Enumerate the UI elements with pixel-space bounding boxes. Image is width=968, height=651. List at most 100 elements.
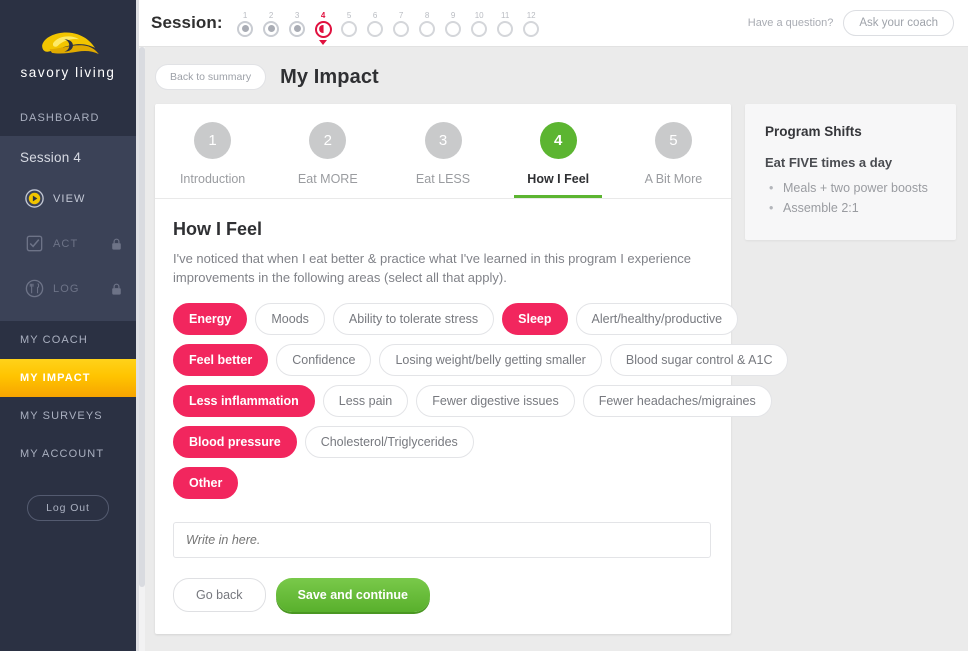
sidebar-item-label: MY SURVEYS	[20, 410, 103, 422]
program-shift-item: Assemble 2:1	[765, 198, 938, 218]
columns: 1 Introduction 2 Eat MORE 3 Eat LESS 4 How I Fe…	[139, 104, 968, 634]
chip-option[interactable]: Fewer digestive issues	[416, 385, 575, 417]
sidebar-item-label: MY COACH	[20, 334, 88, 346]
session-dot-number: 11	[501, 10, 510, 20]
session-dot-marker	[289, 20, 306, 37]
brand-name: savory living	[20, 65, 116, 80]
chip-option[interactable]: Blood pressure	[173, 426, 297, 458]
chip-option[interactable]: Cholesterol/Triglycerides	[304, 426, 474, 458]
chip-option[interactable]: Ability to tolerate stress	[332, 303, 495, 335]
session-dot-marker	[497, 20, 514, 37]
chip-option[interactable]: Energy	[173, 303, 248, 335]
sidebar-item-label: VIEW	[53, 192, 86, 205]
step-tab-1[interactable]: 1 Introduction	[155, 122, 270, 198]
sidebar-item-label: DASHBOARD	[20, 112, 100, 124]
sidebar-item-dashboard[interactable]: DASHBOARD	[0, 100, 136, 136]
session-dot-4[interactable]: 4	[313, 10, 334, 45]
play-circle-icon	[25, 189, 44, 208]
session-progress-dots: 1 2 3 4 5 6 7 8 9 10 11 12	[235, 9, 542, 45]
step-label: Eat MORE	[297, 172, 358, 186]
program-shifts-panel: Program Shifts Eat FIVE times a day Meal…	[745, 104, 956, 240]
chip-option[interactable]: Blood sugar control & A1C	[609, 344, 789, 376]
session-dot-8[interactable]: 8	[417, 11, 438, 37]
sidebar-lower-nav: MY COACH MY IMPACT MY SURVEYS MY ACCOUNT	[0, 321, 136, 473]
session-dot-marker	[471, 20, 488, 37]
sidebar-item-my-surveys[interactable]: MY SURVEYS	[0, 397, 136, 435]
step-tab-3[interactable]: 3 Eat LESS	[385, 122, 500, 198]
chip-option[interactable]: Sleep	[502, 303, 568, 335]
step-tab-4[interactable]: 4 How I Feel	[501, 122, 616, 198]
scrollbar-thumb[interactable]	[139, 47, 145, 587]
chip-row: Feel better Confidence Losing weight/belly…	[173, 344, 789, 376]
session-dot-6[interactable]: 6	[365, 11, 386, 37]
chip-option[interactable]: Less inflammation	[173, 385, 315, 417]
sidebar-item-my-coach[interactable]: MY COACH	[0, 321, 136, 359]
step-number-badge: 1	[194, 122, 232, 159]
program-shifts-subtitle: Eat FIVE times a day	[765, 155, 893, 170]
session-dot-number: 3	[294, 10, 300, 20]
session-dot-marker	[393, 20, 410, 37]
back-to-summary-button[interactable]: Back to summary	[155, 64, 267, 90]
session-dot-marker	[263, 20, 280, 37]
sidebar-item-log[interactable]: LOG	[0, 266, 136, 311]
logout-button[interactable]: Log Out	[27, 495, 109, 521]
chip-option[interactable]: Feel better	[173, 344, 269, 376]
step-tab-5[interactable]: 5 A Bit More	[616, 122, 731, 198]
step-number-badge: 3	[424, 122, 462, 159]
chip-option[interactable]: Other	[173, 467, 239, 499]
sidebar-item-view[interactable]: VIEW	[0, 176, 136, 221]
form-heading: How I Feel	[173, 219, 263, 239]
sidebar-session-block: Session 4 VIEW ACT LOG	[0, 136, 136, 321]
save-and-continue-button[interactable]: Save and continue	[275, 578, 431, 612]
session-dot-7[interactable]: 7	[391, 11, 412, 37]
program-shifts-list: Meals + two power boostsAssemble 2:1	[765, 178, 938, 218]
chip-groups: Energy Moods Ability to tolerate stress Sle…	[173, 303, 789, 499]
session-dot-12[interactable]: 12	[521, 11, 542, 37]
step-tab-2[interactable]: 2 Eat MORE	[270, 122, 385, 198]
session-dot-number: 4	[320, 10, 326, 20]
chip-option[interactable]: Fewer headaches/migraines	[582, 385, 772, 417]
chip-row: Energy Moods Ability to tolerate stress Sle…	[173, 303, 739, 335]
session-dot-number: 7	[398, 10, 404, 20]
step-number-badge: 5	[654, 122, 692, 159]
sidebar-item-act[interactable]: ACT	[0, 221, 136, 266]
session-dot-marker	[341, 20, 358, 37]
session-dot-3[interactable]: 3	[287, 11, 308, 37]
other-text-input[interactable]	[173, 522, 711, 558]
chip-option[interactable]: Confidence	[276, 344, 372, 376]
form-lede: I've noticed that when I eat better & pr…	[173, 251, 692, 285]
sidebar-item-label: ACT	[53, 237, 79, 250]
lock-icon	[112, 238, 121, 250]
session-dot-number: 12	[526, 10, 536, 20]
step-number-badge: 4	[539, 122, 577, 159]
chip-option[interactable]: Less pain	[322, 385, 409, 417]
session-dot-2[interactable]: 2	[261, 11, 282, 37]
session-dot-number: 5	[346, 10, 352, 20]
sidebar-item-my-impact[interactable]: MY IMPACT	[0, 359, 136, 397]
brand-logo[interactable]: savory living	[0, 0, 136, 100]
have-question-label: Have a question?	[747, 17, 834, 29]
step-label: A Bit More	[644, 172, 703, 186]
ask-your-coach-button[interactable]: Ask your coach	[843, 10, 954, 36]
step-tabs: 1 Introduction 2 Eat MORE 3 Eat LESS 4 How I Fe…	[155, 104, 731, 198]
chip-option[interactable]: Moods	[255, 303, 325, 335]
session-dot-9[interactable]: 9	[443, 11, 464, 37]
session-dot-5[interactable]: 5	[339, 11, 360, 37]
session-dot-number: 8	[424, 10, 430, 20]
page-header: Back to summary My Impact	[139, 47, 968, 104]
topbar-right: Have a question? Ask your coach	[748, 10, 954, 36]
content-area: Session: 1 2 3 4 5 6 7 8 9 10 11 12 Have a question…	[136, 0, 968, 651]
session-dot-marker	[237, 20, 254, 37]
step-label: Eat LESS	[415, 172, 471, 186]
session-dot-1[interactable]: 1	[235, 11, 256, 37]
go-back-button[interactable]: Go back	[173, 578, 266, 612]
session-dot-10[interactable]: 10	[469, 11, 490, 37]
chip-option[interactable]: Alert/healthy/productive	[575, 303, 739, 335]
chip-option[interactable]: Losing weight/belly getting smaller	[379, 344, 602, 376]
session-progress-label: Session:	[151, 13, 223, 32]
session-dot-11[interactable]: 11	[495, 11, 516, 37]
sidebar-item-my-account[interactable]: MY ACCOUNT	[0, 435, 136, 473]
leaf-swirl-logo-icon	[42, 32, 99, 55]
logout-wrap: Log Out	[0, 495, 136, 521]
content-scrollbar[interactable]	[139, 47, 145, 651]
